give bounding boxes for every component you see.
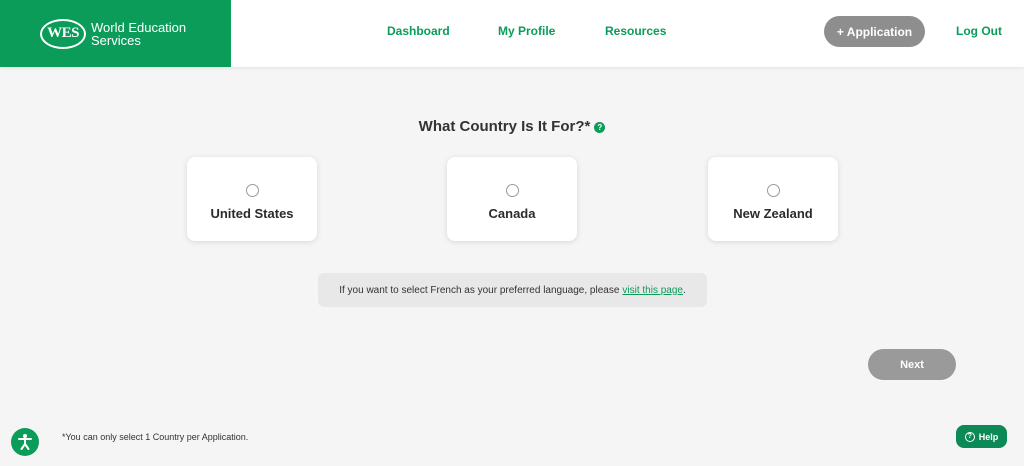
french-language-notice: If you want to select French as your pre…	[318, 273, 707, 307]
help-button[interactable]: ? Help	[956, 425, 1007, 448]
brand-logo-area[interactable]: WES World Education Services	[0, 0, 231, 67]
add-application-button[interactable]: + Application	[824, 16, 925, 47]
nav-dashboard[interactable]: Dashboard	[387, 24, 450, 38]
nav-resources[interactable]: Resources	[605, 24, 666, 38]
question-help-icon[interactable]: ?	[594, 122, 606, 133]
country-label: New Zealand	[733, 206, 813, 221]
brand-name: World Education Services	[91, 19, 187, 48]
nav-my-profile[interactable]: My Profile	[498, 24, 555, 38]
help-question-icon: ?	[964, 431, 975, 442]
question-title: What Country Is It For?*	[418, 118, 591, 135]
log-out-link[interactable]: Log Out	[956, 24, 1002, 38]
help-label: Help	[978, 431, 999, 442]
country-limit-footnote: *You can only select 1 Country per Appli…	[62, 432, 249, 442]
accessibility-person-icon	[18, 434, 32, 450]
country-card-canada[interactable]: Canada	[447, 157, 577, 241]
visit-this-page-link[interactable]: visit this page	[622, 285, 683, 296]
notice-text: If you want to select French as your pre…	[339, 284, 620, 296]
country-card-united-states[interactable]: United States	[187, 157, 317, 241]
wes-logo-icon: WES	[40, 18, 86, 49]
radio-united-states[interactable]	[246, 184, 259, 197]
country-label: United States	[210, 206, 294, 221]
top-header: WES World Education Services Dashboard M…	[0, 0, 1024, 67]
next-button[interactable]: Next	[868, 349, 956, 380]
country-label: Canada	[488, 206, 536, 221]
accessibility-icon[interactable]	[11, 428, 39, 456]
radio-canada[interactable]	[506, 184, 519, 197]
notice-suffix: .	[682, 284, 686, 296]
radio-new-zealand[interactable]	[767, 184, 780, 197]
page-question: What Country Is It For?*?	[0, 118, 1024, 135]
country-card-new-zealand[interactable]: New Zealand	[708, 157, 838, 241]
